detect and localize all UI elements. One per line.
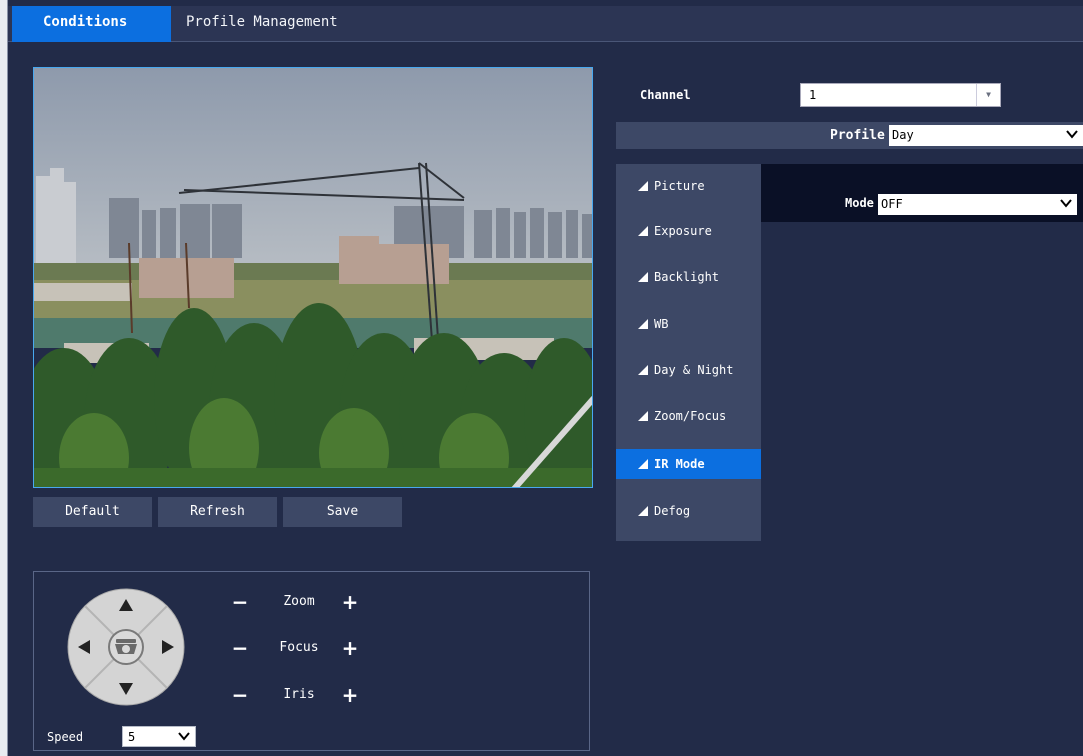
channel-value: 1 [809,88,817,102]
menu-item-defog[interactable]: Defog [616,496,761,526]
chevron-down-icon [1066,130,1078,139]
dropdown-arrow-icon: ▼ [976,84,1000,106]
mode-label: Mode [845,196,874,210]
triangle-icon [638,365,648,375]
tab-conditions[interactable]: Conditions [12,6,171,42]
top-tab-bar: Conditions Profile Management [8,6,1083,42]
mode-select[interactable]: OFF [878,194,1077,215]
live-video-preview [33,67,593,488]
iris-plus-icon[interactable]: + [339,684,361,706]
channel-select[interactable]: 1 ▼ [800,83,1001,107]
zoom-minus-icon[interactable]: − [229,591,251,613]
speed-label: Speed [47,730,84,744]
settings-menu: Picture Exposure Backlight WB Day & Nigh… [616,164,761,541]
speed-value: 5 [128,730,136,744]
chevron-down-icon [178,732,190,741]
menu-item-ir-mode[interactable]: IR Mode [616,449,761,479]
window-left-edge [0,0,8,756]
camera-center-icon [115,639,137,654]
default-button[interactable]: Default [33,497,152,527]
focus-minus-icon[interactable]: − [229,637,251,659]
refresh-button[interactable]: Refresh [158,497,277,527]
focus-label: Focus [279,640,319,655]
profile-select[interactable]: Day [889,125,1083,146]
zoom-label: Zoom [283,594,315,609]
triangle-icon [638,506,648,516]
iris-minus-icon[interactable]: − [229,684,251,706]
triangle-icon [638,226,648,236]
profile-label: Profile [830,128,885,143]
iris-label: Iris [283,687,315,702]
zoom-control: − Zoom + [229,591,369,613]
menu-item-picture[interactable]: Picture [616,171,761,201]
speed-select[interactable]: 5 [122,726,196,747]
focus-control: − Focus + [229,637,369,659]
triangle-icon [638,181,648,191]
menu-item-zoom-focus[interactable]: Zoom/Focus [616,401,761,431]
ir-mode-panel: Mode OFF [761,164,1083,222]
profile-bar: Profile Day [616,122,1083,149]
mode-value: OFF [881,197,903,211]
save-button[interactable]: Save [283,497,402,527]
triangle-icon [638,411,648,421]
menu-item-wb[interactable]: WB [616,309,761,339]
camera-snapshot [34,68,592,487]
triangle-icon [638,319,648,329]
menu-item-exposure[interactable]: Exposure [616,216,761,246]
menu-item-backlight[interactable]: Backlight [616,262,761,292]
tab-profile-management[interactable]: Profile Management [174,6,350,42]
channel-label: Channel [640,88,691,102]
ptz-control-panel: − Zoom + − Focus + − Iris + Speed 5 [33,571,590,751]
triangle-icon [638,459,648,469]
focus-plus-icon[interactable]: + [339,637,361,659]
menu-item-day-night[interactable]: Day & Night [616,355,761,385]
chevron-down-icon [1060,199,1072,208]
ptz-direction-pad[interactable] [66,587,186,707]
profile-value: Day [892,128,914,142]
zoom-plus-icon[interactable]: + [339,591,361,613]
iris-control: − Iris + [229,684,369,706]
triangle-icon [638,272,648,282]
